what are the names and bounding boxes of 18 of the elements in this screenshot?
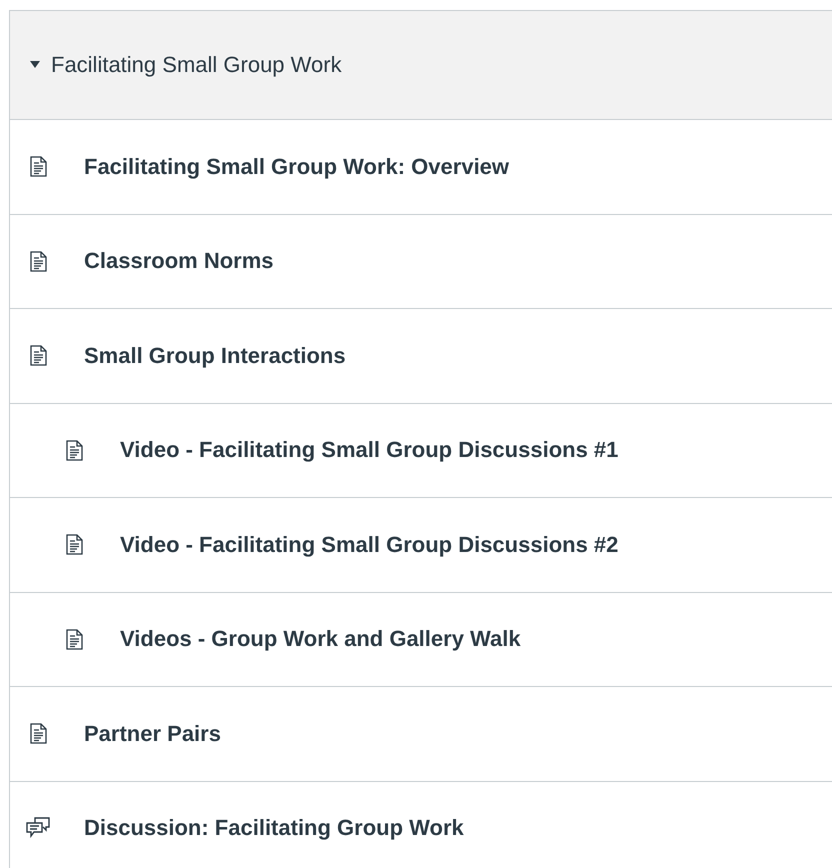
module-item-link[interactable]: Classroom Norms	[84, 248, 274, 274]
document-icon	[66, 440, 82, 461]
module-item-link[interactable]: Small Group Interactions	[84, 342, 346, 369]
discussion-icon	[26, 817, 50, 840]
module-title: Facilitating Small Group Work	[51, 52, 342, 78]
document-icon	[30, 345, 46, 366]
document-icon	[66, 534, 82, 556]
module-item-link[interactable]: Facilitating Small Group Work: Overview	[84, 154, 510, 180]
document-icon	[66, 628, 82, 650]
caret-down-icon[interactable]	[30, 61, 40, 69]
document-icon	[30, 250, 46, 272]
module-item-link[interactable]: Discussion: Facilitating Group Work	[84, 815, 464, 842]
document-icon	[30, 723, 46, 744]
module-item-link[interactable]: Videos - Group Work and Gallery Walk	[120, 626, 521, 652]
module-item-link[interactable]: Video - Facilitating Small Group Discussions #2	[120, 532, 618, 558]
module-item-link[interactable]: Video - Facilitating Small Group Discussions #1	[120, 437, 618, 464]
module-item-link[interactable]: Partner Pairs	[84, 720, 221, 747]
document-icon	[30, 156, 46, 178]
